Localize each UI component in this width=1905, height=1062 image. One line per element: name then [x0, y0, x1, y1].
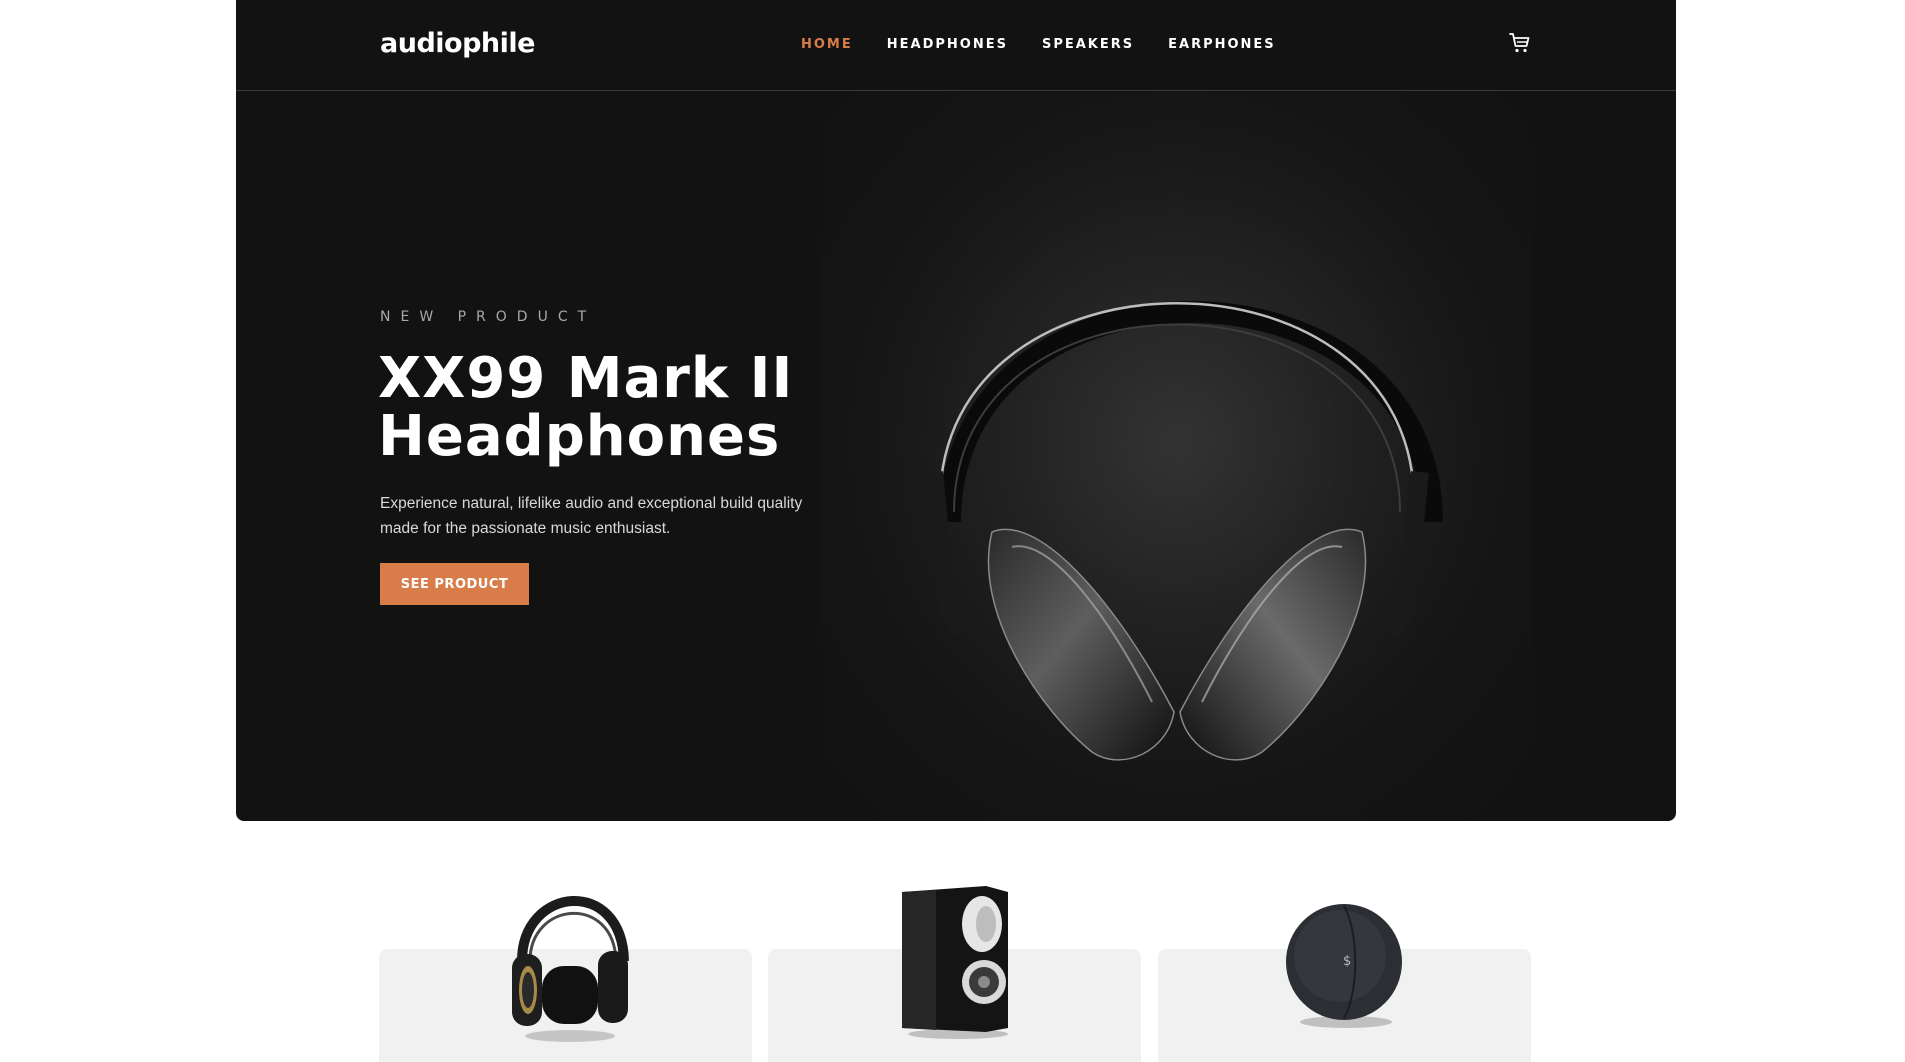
main-nav: HOME HEADPHONES SPEAKERS EARPHONES [801, 37, 1276, 52]
hero-description: Experience natural, lifelike audio and e… [380, 495, 803, 537]
speaker-thumbnail [902, 886, 1008, 1039]
nav-headphones-link[interactable]: HEADPHONES [887, 37, 1008, 52]
overline-label: NEW PRODUCT [380, 309, 597, 325]
navbar: audiophile HOME HEADPHONES SPEAKERS EARP… [236, 0, 1676, 91]
cart-icon[interactable] [1508, 31, 1532, 55]
headphones-hero-image [822, 92, 1532, 821]
nav-speakers-link[interactable]: SPEAKERS [1042, 37, 1134, 52]
hero-title-line1: XX99 Mark II [378, 346, 794, 411]
nav-home-link[interactable]: HOME [801, 37, 853, 52]
hero-title-line2: Headphones [378, 404, 781, 469]
hero-title: XX99 Mark II Headphones [378, 350, 798, 466]
logo[interactable]: audiophile [380, 28, 535, 59]
nav-earphones-link[interactable]: EARPHONES [1168, 37, 1276, 52]
headphones-thumbnail [512, 895, 629, 1042]
svg-text:$: $ [1343, 954, 1351, 969]
see-product-button[interactable]: SEE PRODUCT [380, 563, 529, 605]
hero-section: audiophile HOME HEADPHONES SPEAKERS EARP… [236, 0, 1676, 821]
earphones-case-thumbnail: $ [1286, 904, 1402, 1028]
hero-image [822, 92, 1532, 821]
